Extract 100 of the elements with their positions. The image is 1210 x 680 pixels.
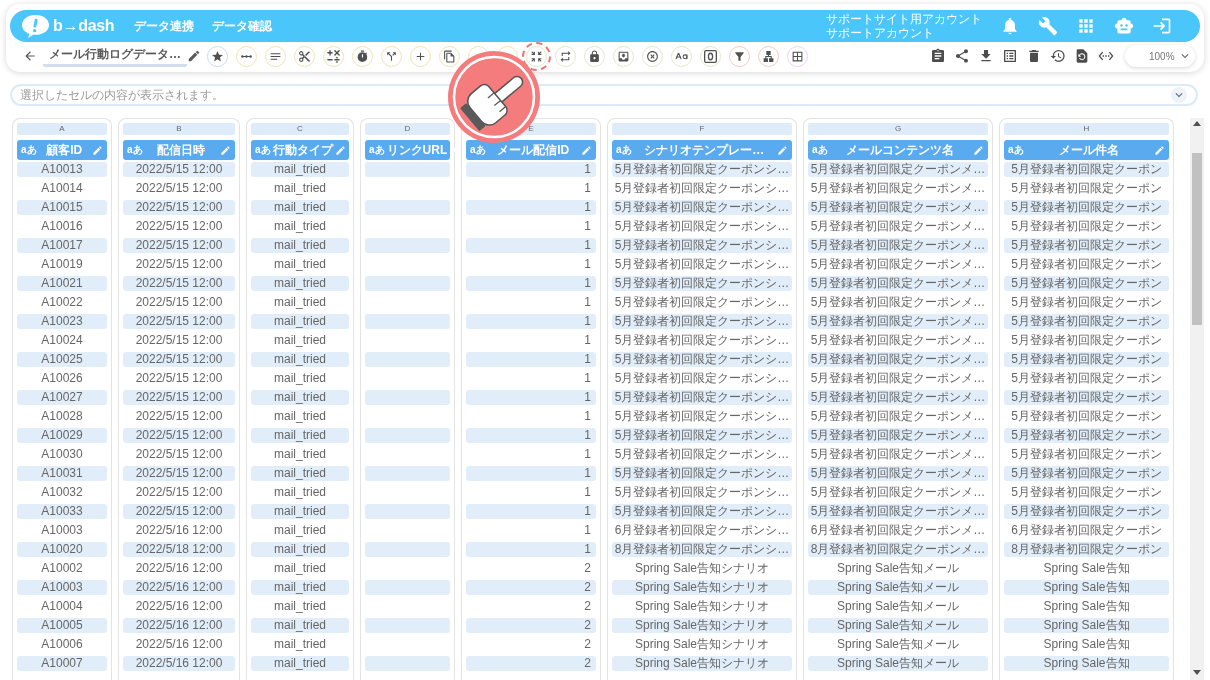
tool-button[interactable] <box>352 45 373 67</box>
tool-button[interactable] <box>613 45 634 67</box>
table-cell: 1 <box>466 162 596 177</box>
table-cell: Spring Sale告知 <box>1004 656 1169 671</box>
tool-button[interactable] <box>410 45 431 67</box>
tool-button[interactable] <box>207 45 228 67</box>
table-cell: 5月登録者初回限定クーポン <box>1004 314 1169 329</box>
table-cell: 2 <box>466 656 596 671</box>
tool-button[interactable] <box>265 45 286 67</box>
table-cell-text: Spring Sale告知シナリオ <box>633 599 770 614</box>
tool-button[interactable] <box>671 45 692 67</box>
table-cell: mail_tried <box>251 580 349 595</box>
table-cell: 5月登録者初回限定クーポン <box>1004 390 1169 405</box>
table-cell: 5月登録者初回限定クーポンメ… <box>808 428 988 443</box>
table-cell: 5月登録者初回限定クーポン <box>1004 238 1169 253</box>
network-icon <box>762 49 775 63</box>
column-letter-header[interactable]: B <box>123 123 235 135</box>
table-cell: A10027 <box>17 390 107 405</box>
speech-bubble-logo-icon <box>22 14 49 38</box>
table-cell: 5月登録者初回限定クーポンメ… <box>808 314 988 329</box>
table-cell: 5月登録者初回限定クーポン <box>1004 466 1169 481</box>
table-cell-text: A10022 <box>40 295 84 310</box>
clipboard-icon[interactable] <box>930 48 946 64</box>
page-refresh-icon[interactable] <box>1074 48 1090 64</box>
column-letter-header[interactable]: A <box>17 123 107 135</box>
table-cell: 8月登録者初回限定クーポンシ… <box>612 542 792 557</box>
tool-button[interactable] <box>729 45 750 67</box>
scroll-up-icon[interactable] <box>1193 121 1201 126</box>
table-cell: 2022/5/15 12:00 <box>123 428 235 443</box>
tool-button[interactable] <box>236 45 257 67</box>
table-cell: 5月登録者初回限定クーポンメ… <box>808 200 988 215</box>
table-cell-text: 1 <box>583 257 592 272</box>
table-cell-text: Spring Sale告知シナリオ <box>633 637 770 652</box>
copy-icon <box>443 49 456 63</box>
filter-icon <box>733 49 746 63</box>
scrollbar-thumb[interactable] <box>1192 153 1202 325</box>
table-cell-text: 2022/5/15 12:00 <box>134 371 224 386</box>
tool-button[interactable] <box>439 45 460 67</box>
tool-button[interactable] <box>758 45 779 67</box>
tool-button[interactable] <box>642 45 663 67</box>
account-name-label: サポートアカウント <box>826 26 935 40</box>
table-cell: Spring Sale告知メール <box>808 580 988 595</box>
data-type-label: aあ <box>1008 144 1024 156</box>
star-icon <box>211 49 224 63</box>
table-cell-text: mail_tried <box>273 181 327 196</box>
table-cell: 2022/5/15 12:00 <box>123 390 235 405</box>
table-cell-text: 5月登録者初回限定クーポン <box>1010 485 1163 500</box>
table-cell: 5月登録者初回限定クーポン <box>1004 276 1169 291</box>
table-cell-text: 6月登録者初回限定クーポン <box>1010 523 1163 538</box>
column-letter-header[interactable]: G <box>808 123 988 135</box>
table-cell-text: 5月登録者初回限定クーポンメ… <box>809 333 987 348</box>
table-cell: mail_tried <box>251 238 349 253</box>
table-cell: 2022/5/16 12:00 <box>123 580 235 595</box>
column-letter-header[interactable]: F <box>612 123 792 135</box>
table-cell: 5月登録者初回限定クーポンメ… <box>808 504 988 519</box>
tool-button[interactable] <box>700 45 721 67</box>
table-cell-text: 5月登録者初回限定クーポンシ… <box>613 219 791 234</box>
table-cell: 1 <box>466 352 596 367</box>
data-type-label: aあ <box>369 144 385 156</box>
download-icon[interactable] <box>978 48 994 64</box>
tool-button[interactable] <box>787 45 808 67</box>
column-letter-header[interactable]: C <box>251 123 349 135</box>
zoom-select[interactable]: 100% <box>1125 45 1195 67</box>
tool-button[interactable] <box>323 45 344 67</box>
table-cell-text: 1 <box>583 409 592 424</box>
list-icon[interactable] <box>1002 48 1018 64</box>
table-cell-text: 2022/5/15 12:00 <box>134 219 224 234</box>
table-cell-text: A10003 <box>40 523 84 538</box>
account-site-label: サポートサイト用アカウント <box>826 12 982 26</box>
column-letter-header[interactable]: H <box>1004 123 1169 135</box>
table-cell: 1 <box>466 276 596 291</box>
tool-button[interactable] <box>555 45 576 67</box>
table-cell: 2022/5/15 12:00 <box>123 504 235 519</box>
sheet-title[interactable]: メール行動ログデータ… <box>43 45 187 67</box>
history-icon[interactable] <box>1050 48 1066 64</box>
column-name: メールコンテンツ名 <box>845 143 956 157</box>
table-cell: A10031 <box>17 466 107 481</box>
table-cell: 2022/5/18 12:00 <box>123 542 235 557</box>
share-icon[interactable] <box>954 48 970 64</box>
table-cell: 1 <box>466 504 596 519</box>
tool-button[interactable] <box>584 45 605 67</box>
table-cell-text: 2022/5/15 12:00 <box>134 485 224 500</box>
scroll-down-icon[interactable] <box>1193 670 1201 675</box>
table-cell-text: 5月登録者初回限定クーポン <box>1010 333 1163 348</box>
column-letter-header[interactable]: D <box>365 123 450 135</box>
table-cell-text: 1 <box>583 523 592 538</box>
table-cell-text: 2 <box>583 599 592 614</box>
table-cell-text: Spring Sale告知メール <box>835 561 960 576</box>
column-name: リンクURL <box>386 143 448 157</box>
table-cell-text: mail_tried <box>273 637 327 652</box>
repeat-icon <box>559 49 572 63</box>
tool-button[interactable] <box>294 45 315 67</box>
trash-icon[interactable] <box>1026 48 1042 64</box>
tool-button[interactable] <box>381 45 402 67</box>
back-arrow-icon[interactable] <box>23 49 37 63</box>
table-cell-text: mail_tried <box>273 523 327 538</box>
data-type-label: aあ <box>255 144 271 156</box>
table-cell: 5月登録者初回限定クーポン <box>1004 162 1169 177</box>
table-cell: Spring Sale告知シナリオ <box>612 580 792 595</box>
pencil-icon[interactable] <box>187 49 201 63</box>
